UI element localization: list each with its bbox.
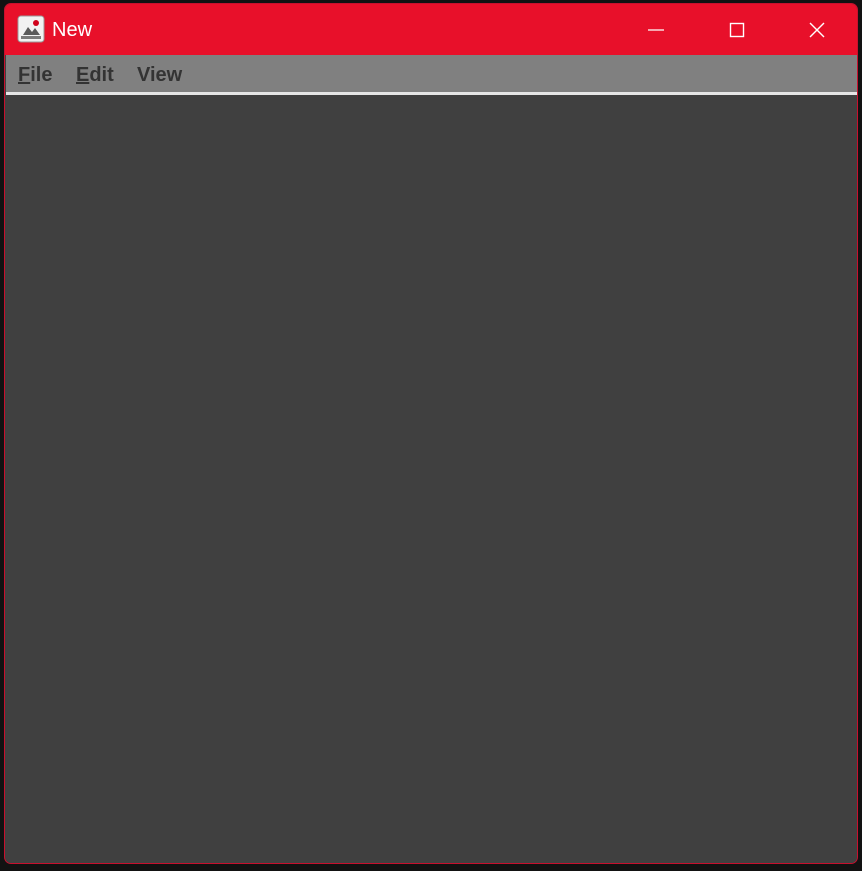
maximize-button[interactable] — [697, 4, 777, 55]
close-icon — [809, 22, 825, 38]
menu-edit-label: dit — [89, 64, 114, 86]
menu-file-mnemonic: F — [18, 64, 31, 86]
menu-view[interactable]: View — [137, 63, 182, 87]
close-button[interactable] — [777, 4, 857, 55]
menu-edit-mnemonic: E — [76, 64, 90, 86]
menu-view-label: View — [137, 64, 183, 86]
menu-file[interactable]: File — [18, 63, 52, 87]
java-app-icon — [17, 15, 45, 43]
content-area[interactable] — [6, 95, 857, 863]
minimize-icon — [648, 22, 664, 38]
window-title: New — [52, 19, 93, 41]
app-window: New File Edit View — [4, 3, 858, 864]
title-bar[interactable]: New — [5, 4, 857, 55]
menu-bar: File Edit View — [6, 55, 857, 95]
minimize-button[interactable] — [616, 4, 696, 55]
maximize-icon — [729, 22, 745, 38]
menu-edit[interactable]: Edit — [76, 63, 114, 87]
menu-file-label: ile — [30, 64, 53, 86]
